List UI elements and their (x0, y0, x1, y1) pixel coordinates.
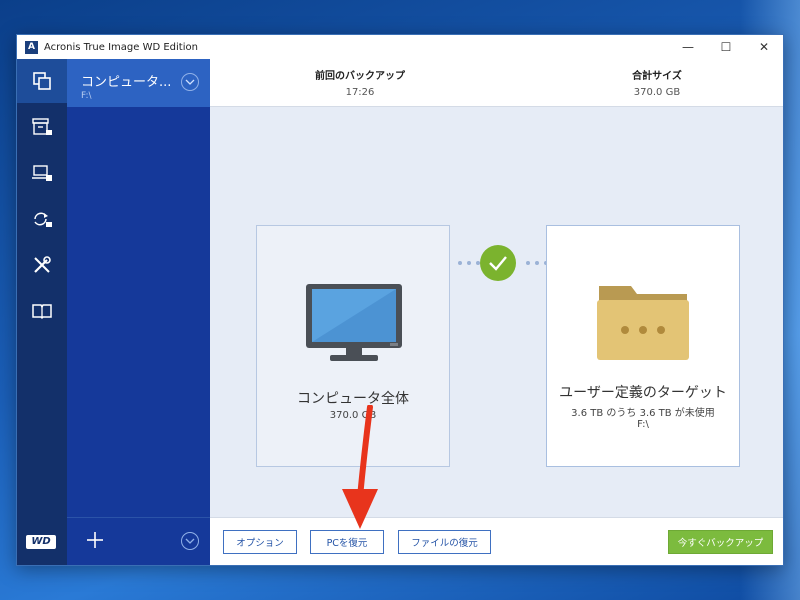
list-footer (67, 517, 210, 565)
options-button[interactable]: オプション (223, 530, 297, 554)
acronis-app-icon: A (25, 40, 38, 54)
backup-menu-button[interactable] (181, 73, 199, 91)
backup-now-button[interactable]: 今すぐバックアップ (668, 530, 773, 554)
nav-sync[interactable] (17, 197, 67, 241)
tools-icon (34, 256, 51, 273)
maximize-button[interactable]: ☐ (707, 35, 745, 59)
backup-location: F:\ (81, 91, 92, 101)
archive-lock-icon (32, 118, 52, 135)
status-check (480, 245, 516, 281)
book-icon (32, 304, 52, 320)
chevron-down-icon (185, 538, 195, 544)
restore-pc-button[interactable]: PCを復元 (310, 530, 384, 554)
folder-icon (597, 286, 689, 360)
laptop-lock-icon (32, 165, 52, 181)
window-title: Acronis True Image WD Edition (44, 41, 198, 53)
close-button[interactable]: ✕ (745, 35, 783, 59)
window-controls: — ☐ ✕ (669, 35, 783, 59)
last-backup-value: 17:26 (345, 87, 375, 98)
add-backup-button[interactable] (83, 528, 107, 552)
backup-name: コンピュータ... (81, 75, 172, 90)
app-window: A Acronis True Image WD Edition — ☐ ✕ WD… (16, 34, 784, 566)
backup-list-item[interactable]: コンピュータ... F:\ (67, 59, 210, 107)
nav-backup[interactable] (17, 59, 67, 103)
minimize-button[interactable]: — (669, 35, 707, 59)
total-size-value: 370.0 GB (633, 87, 681, 98)
chevron-down-icon (185, 79, 195, 85)
action-bar: オプション PCを復元 ファイルの復元 今すぐバックアップ (210, 517, 783, 565)
last-backup-label: 前回のバックアップ (315, 71, 405, 82)
wd-logo: WD (26, 535, 56, 549)
target-title: ユーザー定義のターゲット (559, 385, 727, 401)
total-size-info: 合計サイズ 370.0 GB (597, 67, 717, 98)
nav-archive[interactable] (17, 105, 67, 149)
backup-list-panel: コンピュータ... F:\ (67, 59, 210, 565)
nav-tools[interactable] (17, 243, 67, 287)
last-backup-info: 前回のバックアップ 17:26 (300, 67, 420, 98)
check-icon (489, 256, 507, 271)
backup-summary: 前回のバックアップ 17:26 合計サイズ 370.0 GB (210, 59, 783, 107)
target-card[interactable]: ユーザー定義のターゲット 3.6 TB のうち 3.6 TB が未使用 F:\ (546, 225, 740, 467)
target-path: F:\ (637, 419, 649, 430)
plus-icon (87, 532, 103, 548)
connector-left (458, 261, 480, 265)
annotation-arrow (342, 405, 378, 529)
connector-right (526, 261, 548, 265)
nav-help[interactable] (17, 289, 67, 333)
main-area: 前回のバックアップ 17:26 合計サイズ 370.0 GB コンピュータ全体 … (210, 59, 783, 565)
restore-files-button[interactable]: ファイルの復元 (398, 530, 491, 554)
total-size-label: 合計サイズ (632, 71, 682, 82)
monitor-icon (306, 284, 402, 361)
nav-rail: WD (17, 59, 67, 565)
copy-icon (33, 72, 51, 90)
list-options-button[interactable] (181, 532, 199, 550)
nav-sync-devices[interactable] (17, 151, 67, 195)
title-bar: A Acronis True Image WD Edition — ☐ ✕ (17, 35, 783, 59)
sync-lock-icon (34, 212, 52, 227)
target-free-space: 3.6 TB のうち 3.6 TB が未使用 (571, 408, 715, 419)
